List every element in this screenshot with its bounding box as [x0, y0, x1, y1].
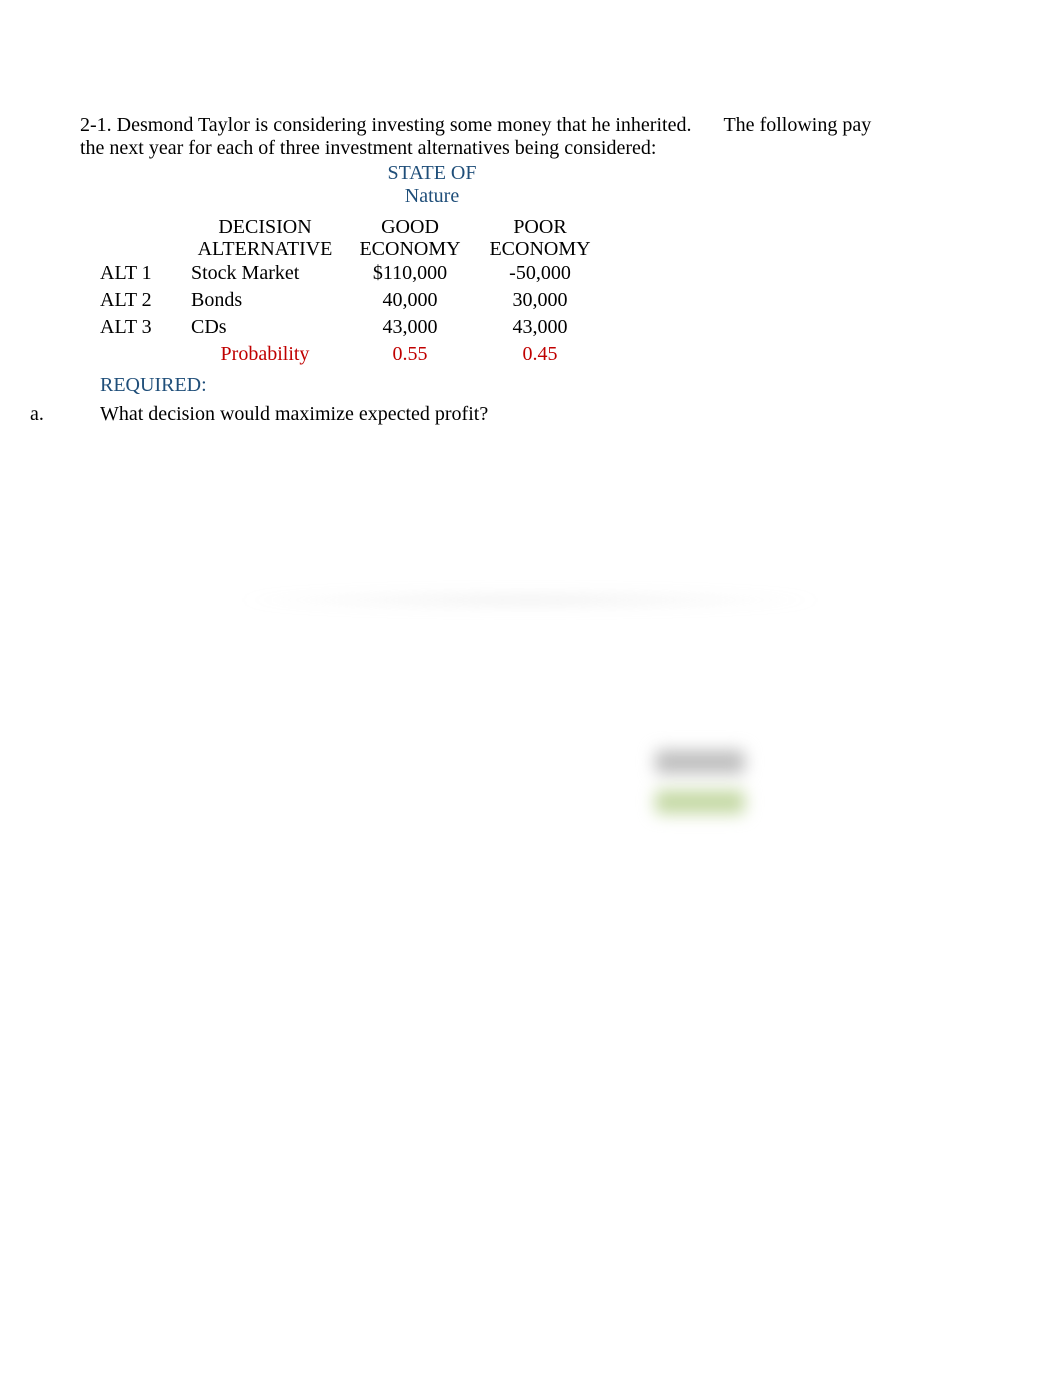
intro-line-1: 2-1. Desmond Taylor is considering inves…	[80, 114, 1000, 137]
blurred-content-1	[655, 750, 745, 774]
row-poor: 43,000	[475, 314, 605, 341]
row-good: $110,000	[345, 260, 475, 287]
intro-text-1b: The following pay	[723, 114, 871, 136]
question-a: a. What decision would maximize expected…	[80, 403, 1000, 426]
required-label: REQUIRED:	[100, 374, 1000, 397]
probability-row: Probability 0.55 0.45	[100, 341, 1000, 368]
table-row: ALT 1 Stock Market $110,000 -50,000	[100, 260, 1000, 287]
prob-poor: 0.45	[475, 341, 605, 368]
state-of-nature-header: STATE OF Nature	[367, 162, 497, 208]
header-decision: DECISION ALTERNATIVE	[185, 216, 345, 260]
row-decision: Bonds	[185, 287, 345, 314]
table-header-row: DECISION ALTERNATIVE GOOD ECONOMY POOR E…	[100, 216, 1000, 260]
intro-text-1a: 2-1. Desmond Taylor is considering inves…	[80, 114, 691, 136]
header-poor-l1: POOR	[475, 216, 605, 238]
header-poor: POOR ECONOMY	[475, 216, 605, 260]
row-label: ALT 2	[100, 287, 185, 314]
row-label: ALT 3	[100, 314, 185, 341]
prob-good: 0.55	[345, 341, 475, 368]
payoff-table: DECISION ALTERNATIVE GOOD ECONOMY POOR E…	[100, 216, 1000, 368]
intro-line-2: the next year for each of three investme…	[80, 137, 1000, 160]
row-label: ALT 1	[100, 260, 185, 287]
prob-label: Probability	[185, 341, 345, 368]
state-header-line1: STATE OF	[367, 162, 497, 185]
blurred-divider	[230, 590, 830, 610]
table-row: ALT 2 Bonds 40,000 30,000	[100, 287, 1000, 314]
table-row: ALT 3 CDs 43,000 43,000	[100, 314, 1000, 341]
header-good: GOOD ECONOMY	[345, 216, 475, 260]
row-decision: CDs	[185, 314, 345, 341]
row-good: 40,000	[345, 287, 475, 314]
row-decision: Stock Market	[185, 260, 345, 287]
row-poor: 30,000	[475, 287, 605, 314]
header-poor-l2: ECONOMY	[475, 238, 605, 260]
row-poor: -50,000	[475, 260, 605, 287]
header-decision-l2: ALTERNATIVE	[185, 238, 345, 260]
state-header-line2: Nature	[367, 185, 497, 208]
document-content: 2-1. Desmond Taylor is considering inves…	[80, 114, 1000, 426]
header-good-l2: ECONOMY	[345, 238, 475, 260]
question-text: What decision would maximize expected pr…	[100, 403, 488, 426]
row-good: 43,000	[345, 314, 475, 341]
header-good-l1: GOOD	[345, 216, 475, 238]
header-decision-l1: DECISION	[185, 216, 345, 238]
blurred-content-2	[655, 790, 745, 814]
